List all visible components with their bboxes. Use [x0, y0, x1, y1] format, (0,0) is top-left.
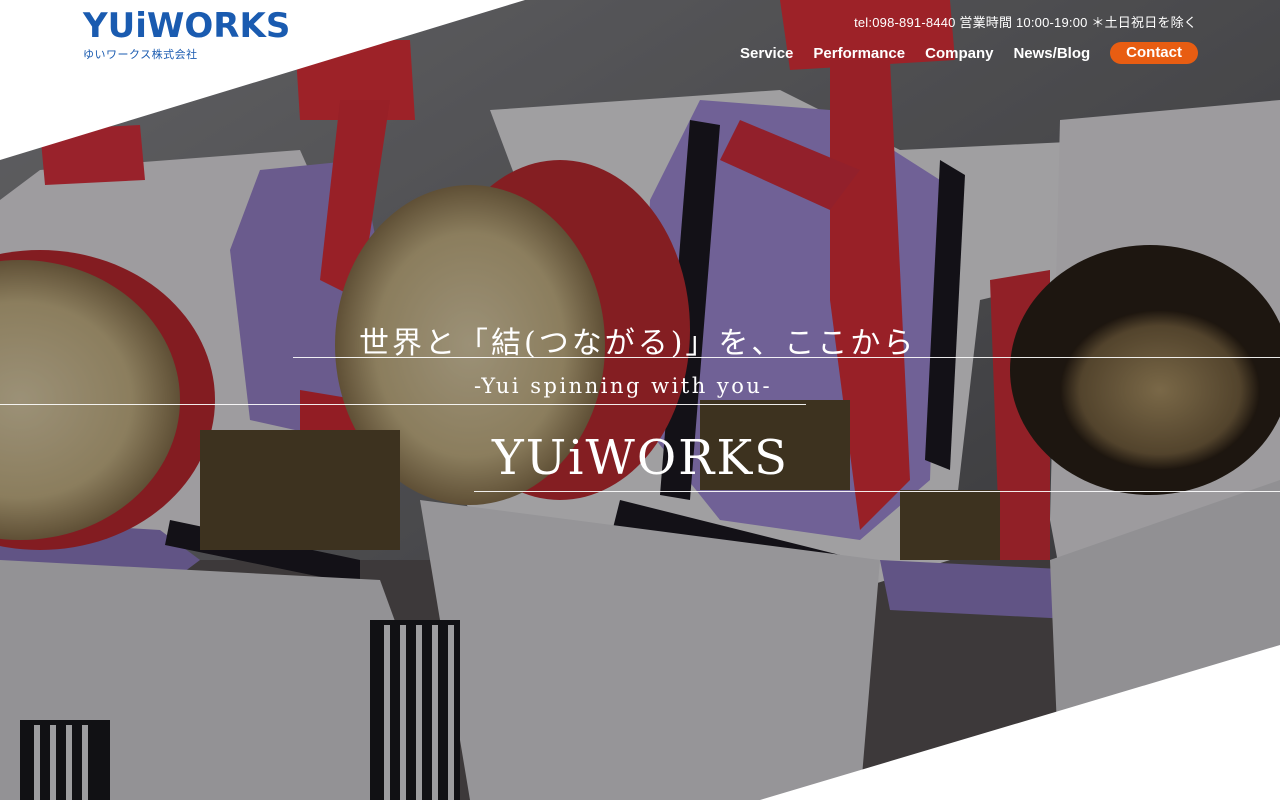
hero-tagline: 世界と「結(つながる)」を、ここから	[293, 316, 1280, 361]
nav-item-news-blog[interactable]: News/Blog	[1013, 45, 1090, 62]
nav-item-company[interactable]: Company	[925, 45, 993, 62]
logo-subtext: ゆいワークス株式会社	[83, 48, 198, 61]
site-logo[interactable]: YUiWORKS ゆいワークス株式会社	[83, 8, 290, 62]
hero-title-text: YUiWORKS	[492, 430, 790, 486]
contact-button[interactable]: Contact	[1110, 42, 1198, 64]
hero-tagline-text: 世界と「結(つながる)」を、ここから	[359, 326, 917, 361]
nav-item-service[interactable]: Service	[740, 45, 793, 62]
nav-item-performance[interactable]: Performance	[813, 45, 905, 62]
logo-text: YUiWORKS	[83, 6, 291, 46]
contact-info: tel:098-891-8440 営業時間 10:00-19:00 ＊土日祝日を…	[854, 15, 1197, 30]
main-nav: Service Performance Company News/Blog Co…	[720, 42, 1198, 64]
hero-subtitle-text: -Yui spinning with you-	[474, 374, 773, 398]
hero-title: YUiWORKS	[474, 430, 1280, 492]
hero-subtitle: -Yui spinning with you-	[0, 372, 806, 405]
